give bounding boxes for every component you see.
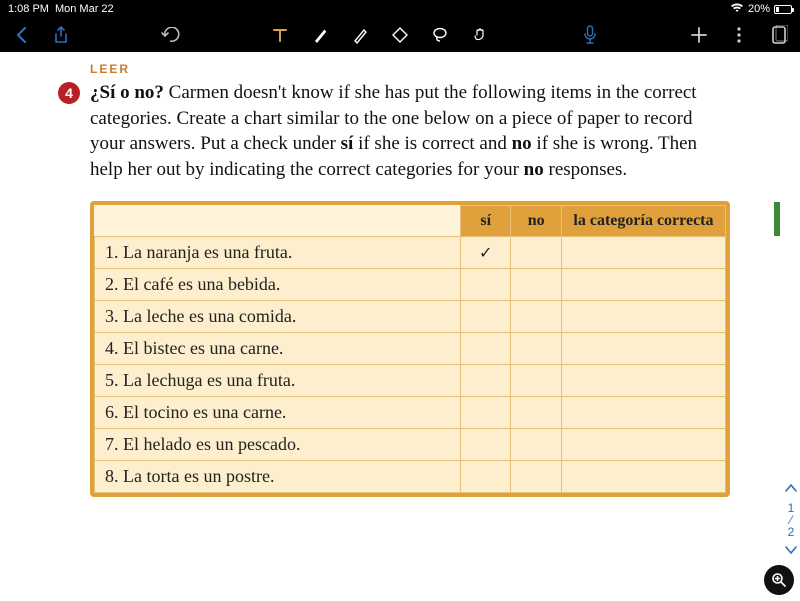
category-cell (561, 300, 725, 332)
table-row: 7. El helado es un pescado. (95, 428, 726, 460)
no-cell (511, 332, 561, 364)
table-header-no: no (511, 205, 561, 236)
add-button[interactable] (688, 24, 710, 46)
table-row: 8. La torta es un postre. (95, 460, 726, 492)
si-cell: ✓ (460, 236, 510, 268)
pen-tool[interactable] (309, 24, 331, 46)
category-cell (561, 268, 725, 300)
category-cell (561, 428, 725, 460)
table-header-blank (95, 205, 461, 236)
question-title: ¿Sí o no? (90, 82, 164, 103)
document-viewport[interactable]: LEER 4 ¿Sí o no? Carmen doesn't know if … (0, 52, 800, 601)
category-cell (561, 236, 725, 268)
microphone-button[interactable] (579, 24, 601, 46)
statement-cell: 2. El café es una bebida. (95, 268, 461, 300)
si-cell (460, 268, 510, 300)
page-indicator: 1 ⁄ 2 (788, 502, 795, 538)
drawing-tools (269, 24, 491, 46)
wifi-icon (730, 3, 744, 16)
hand-tool[interactable] (469, 24, 491, 46)
eraser-tool[interactable] (389, 24, 411, 46)
statement-cell: 3. La leche es una comida. (95, 300, 461, 332)
page-down-button[interactable] (784, 544, 798, 558)
lasso-tool[interactable] (429, 24, 451, 46)
table-row: 6. El tocino es una carne. (95, 396, 726, 428)
table-row: 3. La leche es una comida. (95, 300, 726, 332)
status-date: Mon Mar 22 (55, 3, 114, 15)
statement-cell: 4. El bistec es una carne. (95, 332, 461, 364)
document-content: LEER 4 ¿Sí o no? Carmen doesn't know if … (0, 52, 770, 601)
no-cell (511, 364, 561, 396)
statement-cell: 5. La lechuga es una fruta. (95, 364, 461, 396)
si-cell (460, 428, 510, 460)
no-cell (511, 428, 561, 460)
category-cell (561, 364, 725, 396)
share-button[interactable] (50, 24, 72, 46)
no-cell (511, 236, 561, 268)
answer-table: sí no la categoría correcta 1. La naranj… (90, 201, 730, 497)
table-row: 5. La lechuga es una fruta. (95, 364, 726, 396)
statement-cell: 7. El helado es un pescado. (95, 428, 461, 460)
battery-percent: 20% (748, 3, 770, 15)
category-cell (561, 396, 725, 428)
category-cell (561, 332, 725, 364)
table-row: 4. El bistec es una carne. (95, 332, 726, 364)
page-edge-marker (774, 202, 780, 236)
question-number-badge: 4 (58, 82, 80, 104)
si-cell (460, 460, 510, 492)
app-toolbar (0, 18, 800, 52)
si-cell (460, 300, 510, 332)
no-cell (511, 396, 561, 428)
status-time: 1:08 PM (8, 3, 49, 15)
si-cell (460, 364, 510, 396)
page-up-button[interactable] (784, 482, 798, 496)
question-text: ¿Sí o no? Carmen doesn't know if she has… (90, 80, 730, 183)
battery-icon (774, 5, 792, 14)
si-cell (460, 332, 510, 364)
no-cell (511, 300, 561, 332)
statement-cell: 6. El tocino es una carne. (95, 396, 461, 428)
text-tool[interactable] (269, 24, 291, 46)
section-label: LEER (90, 62, 730, 76)
page-navigator: 1 ⁄ 2 (784, 482, 798, 558)
highlighter-tool[interactable] (349, 24, 371, 46)
category-cell (561, 460, 725, 492)
no-cell (511, 460, 561, 492)
table-row: 1. La naranja es una fruta.✓ (95, 236, 726, 268)
statement-cell: 1. La naranja es una fruta. (95, 236, 461, 268)
back-button[interactable] (10, 24, 32, 46)
undo-button[interactable] (160, 24, 182, 46)
pages-button[interactable] (768, 24, 790, 46)
table-row: 2. El café es una bebida. (95, 268, 726, 300)
table-header-category: la categoría correcta (561, 205, 725, 236)
statement-cell: 8. La torta es un postre. (95, 460, 461, 492)
table-header-si: sí (460, 205, 510, 236)
si-cell (460, 396, 510, 428)
zoom-button[interactable] (764, 565, 794, 595)
status-bar: 1:08 PM Mon Mar 22 20% (0, 0, 800, 18)
more-button[interactable] (728, 24, 750, 46)
no-cell (511, 268, 561, 300)
